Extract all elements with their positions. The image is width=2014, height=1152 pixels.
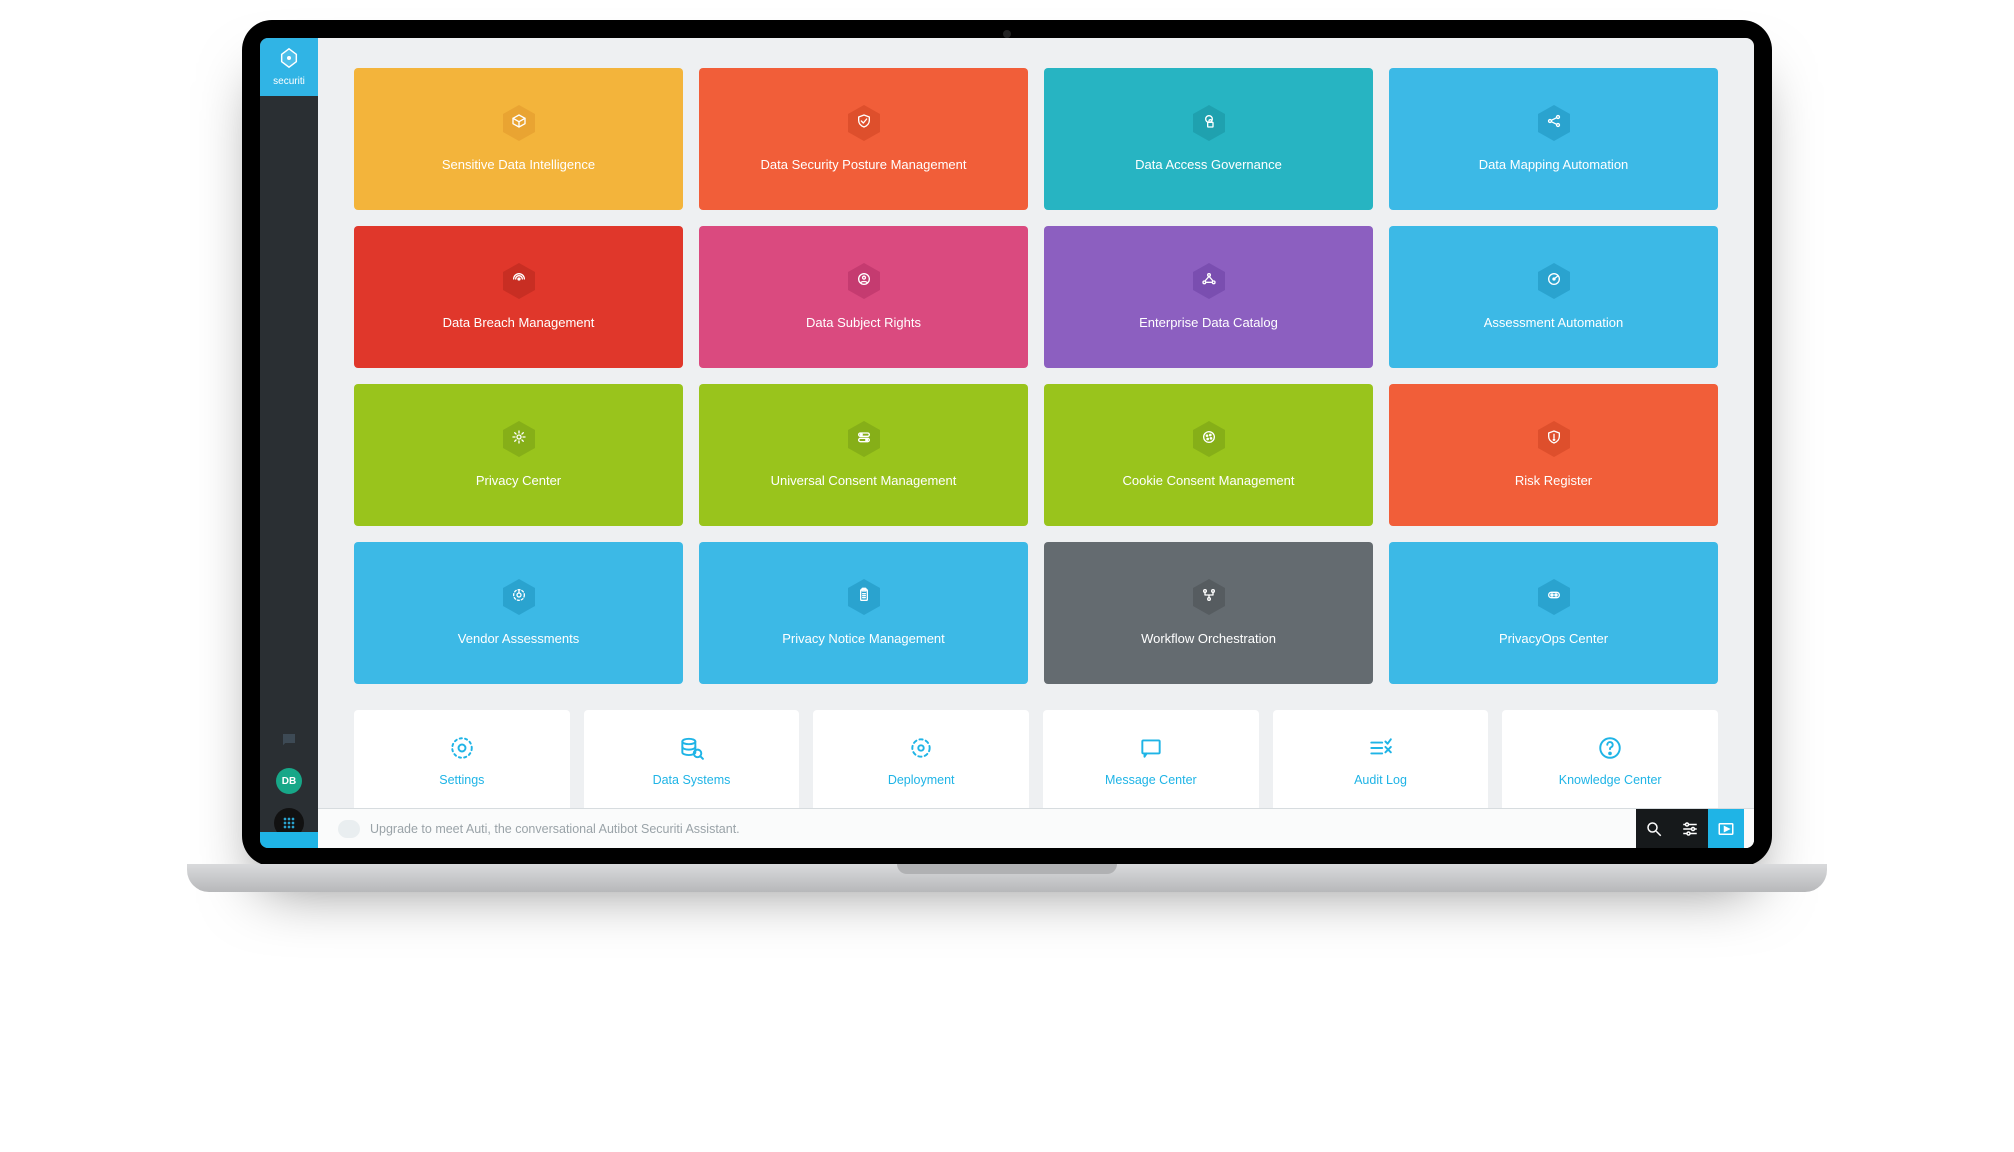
tile-label: Data Access Governance: [1135, 156, 1282, 174]
deploy-icon: [908, 735, 934, 761]
app-tile[interactable]: Sensitive Data Intelligence: [354, 68, 683, 210]
app-tile[interactable]: Data Security Posture Management: [699, 68, 1028, 210]
tile-label: Privacy Center: [476, 472, 561, 490]
footer-bar: Upgrade to meet Auti, the conversational…: [318, 808, 1754, 848]
brand-name: securiti: [273, 76, 305, 87]
utility-tile[interactable]: Data Systems: [584, 710, 800, 808]
play-video-button[interactable]: [1708, 809, 1744, 849]
app-tile[interactable]: Vendor Assessments: [354, 542, 683, 684]
tile-label: Data Breach Management: [443, 314, 595, 332]
app-tile[interactable]: Privacy Notice Management: [699, 542, 1028, 684]
alert-icon: [1537, 420, 1571, 458]
laptop-frame: securiti DB: [242, 20, 1772, 866]
utility-label: Data Systems: [653, 773, 731, 787]
app-tile[interactable]: Privacy Center: [354, 384, 683, 526]
tile-label: Sensitive Data Intelligence: [442, 156, 595, 174]
app-tile[interactable]: Universal Consent Management: [699, 384, 1028, 526]
flow-icon: [1192, 578, 1226, 616]
sidebar-accent: [260, 832, 318, 848]
tile-label: Privacy Notice Management: [782, 630, 945, 648]
clipboard-icon: [847, 578, 881, 616]
utility-label: Settings: [439, 773, 484, 787]
utility-label: Audit Log: [1354, 773, 1407, 787]
tile-label: PrivacyOps Center: [1499, 630, 1608, 648]
app-tile[interactable]: Enterprise Data Catalog: [1044, 226, 1373, 368]
tile-label: Workflow Orchestration: [1141, 630, 1276, 648]
tile-label: Assessment Automation: [1484, 314, 1623, 332]
id-icon: [847, 262, 881, 300]
app-tile[interactable]: Assessment Automation: [1389, 226, 1718, 368]
app-tile-grid: Sensitive Data Intelligence Data Security…: [354, 68, 1718, 684]
utility-tile[interactable]: Settings: [354, 710, 570, 808]
gauge-icon: [1537, 262, 1571, 300]
app-screen: securiti DB: [260, 38, 1754, 848]
brand-logo[interactable]: securiti: [260, 38, 318, 96]
tile-label: Data Mapping Automation: [1479, 156, 1629, 174]
utility-tile-grid: Settings Data Systems Deployment Message Ce…: [354, 710, 1718, 808]
app-tile[interactable]: PrivacyOps Center: [1389, 542, 1718, 684]
app-tile[interactable]: Data Subject Rights: [699, 226, 1028, 368]
audit-icon: [1367, 735, 1393, 761]
dial-icon: [502, 578, 536, 616]
share-icon: [1537, 104, 1571, 142]
lock-icon: [1192, 104, 1226, 142]
eyes-icon: [1537, 578, 1571, 616]
utility-tile[interactable]: Audit Log: [1273, 710, 1489, 808]
logo-icon: [278, 47, 300, 72]
utility-tile[interactable]: Deployment: [813, 710, 1029, 808]
radar-icon: [502, 262, 536, 300]
user-avatar[interactable]: DB: [276, 768, 302, 794]
search-button[interactable]: [1636, 809, 1672, 849]
utility-label: Knowledge Center: [1559, 773, 1662, 787]
chat-icon[interactable]: [280, 731, 298, 754]
tile-label: Data Subject Rights: [806, 314, 921, 332]
tile-label: Universal Consent Management: [771, 472, 957, 490]
message-icon: [1138, 735, 1164, 761]
tile-label: Risk Register: [1515, 472, 1592, 490]
app-tile[interactable]: Data Access Governance: [1044, 68, 1373, 210]
gear-icon: [502, 420, 536, 458]
app-tile[interactable]: Data Breach Management: [354, 226, 683, 368]
app-tile[interactable]: Cookie Consent Management: [1044, 384, 1373, 526]
utility-label: Message Center: [1105, 773, 1197, 787]
cookie-icon: [1192, 420, 1226, 458]
app-tile[interactable]: Workflow Orchestration: [1044, 542, 1373, 684]
tile-label: Vendor Assessments: [458, 630, 579, 648]
sidebar: securiti DB: [260, 38, 318, 848]
main-area: Sensitive Data Intelligence Data Security…: [318, 38, 1754, 848]
app-tile[interactable]: Risk Register: [1389, 384, 1718, 526]
cube-icon: [502, 104, 536, 142]
settings-sliders-button[interactable]: [1672, 809, 1708, 849]
laptop-base: [187, 864, 1827, 892]
tile-label: Enterprise Data Catalog: [1139, 314, 1278, 332]
chat-bubble-icon: [338, 820, 360, 838]
tile-label: Cookie Consent Management: [1123, 472, 1295, 490]
app-tile[interactable]: Data Mapping Automation: [1389, 68, 1718, 210]
tile-label: Data Security Posture Management: [761, 156, 967, 174]
shield-icon: [847, 104, 881, 142]
db-icon: [678, 735, 704, 761]
help-icon: [1597, 735, 1623, 761]
utility-tile[interactable]: Knowledge Center: [1502, 710, 1718, 808]
utility-tile[interactable]: Message Center: [1043, 710, 1259, 808]
utility-label: Deployment: [888, 773, 955, 787]
toggle-icon: [847, 420, 881, 458]
nodes-icon: [1192, 262, 1226, 300]
footer-message[interactable]: Upgrade to meet Auti, the conversational…: [370, 822, 740, 836]
settings-icon: [449, 735, 475, 761]
